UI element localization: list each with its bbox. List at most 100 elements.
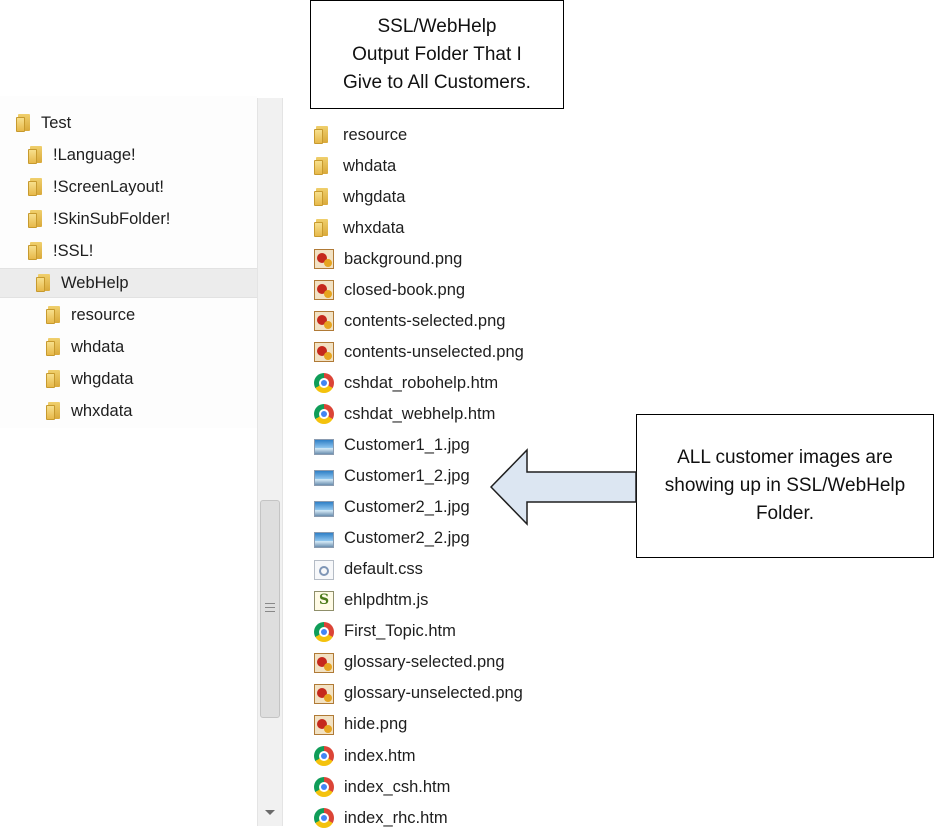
file-name: background.png (344, 249, 463, 268)
tree-item-webhelp[interactable]: WebHelp (0, 268, 257, 298)
file-name: closed-book.png (344, 280, 466, 299)
chrome-icon (314, 621, 334, 642)
folder-icon (46, 402, 61, 420)
file-name: whxdata (343, 218, 405, 237)
png-image-icon (314, 714, 334, 735)
file-name: cshdat_webhelp.htm (344, 404, 496, 423)
tree-item-screenlayout[interactable]: !ScreenLayout! (28, 172, 164, 202)
tree-item-test[interactable]: Test (16, 108, 71, 138)
folder-icon (314, 188, 329, 207)
scroll-down-arrow-icon[interactable] (265, 810, 275, 815)
tree-item-label: whgdata (71, 369, 134, 388)
file-item[interactable]: First_Topic.htm (314, 617, 456, 647)
file-item[interactable]: hide.png (314, 710, 407, 740)
png-image-icon (314, 683, 334, 704)
png-image-icon (314, 342, 334, 363)
file-item[interactable]: contents-selected.png (314, 306, 505, 336)
file-name: glossary-selected.png (344, 653, 505, 672)
folder-icon (46, 338, 61, 356)
folder-icon (36, 274, 51, 292)
folder-icon (314, 126, 329, 144)
scrollbar-grip-icon (265, 603, 275, 613)
folder-icon (314, 219, 329, 238)
file-name: Customer1_2.jpg (344, 467, 470, 486)
chrome-icon (314, 746, 334, 766)
file-name: index.htm (344, 746, 416, 765)
file-name: First_Topic.htm (344, 622, 456, 641)
file-item[interactable]: whdata (314, 151, 396, 181)
file-item[interactable]: contents-unselected.png (314, 337, 524, 367)
file-item[interactable]: glossary-unselected.png (314, 679, 523, 709)
file-item[interactable]: closed-book.png (314, 275, 465, 305)
tree-item-label: !SSL! (53, 241, 94, 260)
tree-item-label: resource (71, 305, 136, 324)
file-item[interactable]: index_rhc.htm (314, 803, 448, 833)
png-image-icon (314, 311, 334, 332)
folder-icon (28, 242, 43, 260)
png-image-icon (314, 652, 334, 673)
file-item[interactable]: Customer2_2.jpg (314, 524, 470, 554)
tree-scrollbar[interactable] (257, 98, 283, 826)
file-name: resource (343, 125, 408, 144)
file-item[interactable]: cshdat_robohelp.htm (314, 368, 498, 398)
file-item[interactable]: Customer1_1.jpg (314, 431, 470, 461)
file-name: Customer1_1.jpg (344, 436, 470, 454)
chrome-icon (314, 373, 334, 394)
folder-icon (28, 210, 43, 228)
tree-item-whgdata[interactable]: whgdata (46, 364, 133, 394)
scrollbar-thumb[interactable] (260, 500, 280, 718)
chrome-icon (314, 808, 334, 829)
tree-item-skinsubfolder[interactable]: !SkinSubFolder! (28, 204, 170, 234)
file-name: cshdat_robohelp.htm (344, 373, 499, 392)
tree-item-ssl[interactable]: !SSL! (28, 236, 93, 266)
file-item[interactable]: ehlpdhtm.js (314, 586, 428, 616)
css-file-icon (314, 559, 334, 580)
file-item[interactable]: Customer1_2.jpg (314, 462, 470, 492)
file-name: Customer2_2.jpg (344, 529, 470, 548)
tree-item-label: !SkinSubFolder! (53, 209, 171, 228)
js-file-icon (314, 590, 334, 611)
file-name: Customer2_1.jpg (344, 498, 470, 517)
file-name: whgdata (343, 187, 406, 206)
file-item[interactable]: whxdata (314, 213, 404, 243)
jpg-image-icon (314, 500, 334, 517)
chrome-icon (314, 777, 334, 798)
file-name: index_rhc.htm (344, 808, 448, 827)
jpg-image-icon (314, 469, 334, 486)
folder-icon (46, 306, 61, 324)
tree-item-label: !ScreenLayout! (53, 177, 164, 196)
folder-icon (28, 146, 43, 164)
tree-item-label: Test (41, 113, 72, 132)
tree-item-language[interactable]: !Language! (28, 140, 136, 170)
tree-item-whxdata[interactable]: whxdata (46, 396, 132, 426)
folder-icon (46, 370, 61, 388)
file-item[interactable]: resource (314, 120, 407, 150)
output-folder-callout: SSL/WebHelp Output Folder That I Give to… (310, 0, 564, 109)
chrome-icon (314, 404, 334, 425)
file-name: index_csh.htm (344, 777, 451, 796)
file-name: contents-unselected.png (344, 342, 524, 361)
tree-item-whdata[interactable]: whdata (46, 332, 124, 362)
navigation-tree-pane: Test !Language! !ScreenLayout! !SkinSubFold… (0, 96, 257, 830)
file-item[interactable]: cshdat_webhelp.htm (314, 399, 495, 429)
tree-item-label: whdata (71, 337, 125, 356)
file-item[interactable]: whgdata (314, 182, 405, 212)
file-name: default.css (344, 560, 423, 579)
file-item[interactable]: background.png (314, 244, 462, 274)
file-item[interactable]: glossary-selected.png (314, 648, 505, 678)
file-name: glossary-unselected.png (344, 684, 523, 703)
navigation-tree: Test !Language! !ScreenLayout! !SkinSubFold… (0, 96, 257, 428)
tree-item-resource[interactable]: resource (46, 300, 135, 330)
file-item[interactable]: Customer2_1.jpg (314, 493, 470, 523)
png-image-icon (314, 280, 334, 301)
file-name: hide.png (344, 715, 408, 734)
file-item[interactable]: index_csh.htm (314, 772, 450, 802)
file-item[interactable]: default.css (314, 555, 423, 585)
tree-item-label: whxdata (71, 401, 133, 420)
file-name: whdata (343, 156, 397, 175)
file-name: contents-selected.png (344, 311, 506, 330)
file-item[interactable]: index.htm (314, 741, 416, 771)
folder-icon (314, 157, 329, 176)
folder-icon (16, 114, 31, 132)
callout-arrow-icon (490, 448, 637, 526)
